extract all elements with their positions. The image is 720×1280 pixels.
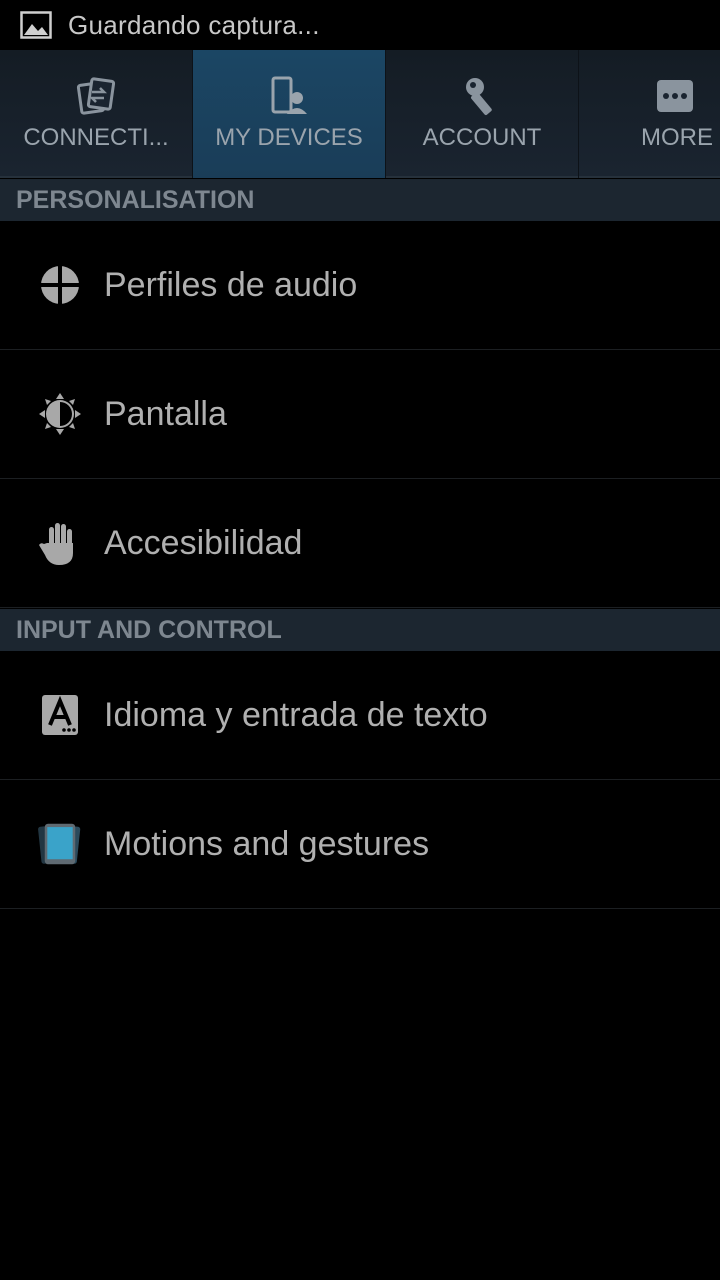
key-icon [466, 78, 492, 115]
image-icon [20, 11, 52, 39]
list-item-audio-profiles[interactable]: Perfiles de audio [0, 221, 720, 350]
tab-more[interactable]: MORE [579, 50, 720, 178]
more-icon [657, 80, 693, 112]
display-icon [38, 392, 82, 436]
connections-icon [76, 77, 116, 115]
list-item-display[interactable]: Pantalla [0, 350, 720, 479]
list-item-label: Idioma y entrada de texto [104, 695, 488, 734]
list-item-motions-gestures[interactable]: Motions and gestures [0, 780, 720, 909]
tab-label: ACCOUNT [422, 124, 542, 151]
list-item-language-input[interactable]: Idioma y entrada de texto [0, 651, 720, 780]
motions-icon [38, 822, 82, 866]
sound-profile-icon [38, 263, 82, 307]
list-item-accessibility[interactable]: Accesibilidad [0, 479, 720, 608]
list-item-label: Perfiles de audio [104, 265, 358, 304]
tab-label: CONNECTI... [23, 124, 169, 151]
language-icon [38, 693, 82, 737]
list-item-label: Pantalla [104, 394, 227, 433]
settings-tab-bar: CONNECTI... MY DEVICES ACCOUNT MORE [0, 50, 720, 178]
my-devices-icon [271, 76, 307, 114]
list-item-label: Accesibilidad [104, 523, 303, 562]
notification-text: Guardando captura... [68, 9, 320, 40]
section-header-personalisation: PERSONALISATION [0, 179, 720, 221]
list-item-label: Motions and gestures [104, 824, 430, 863]
tab-my-devices[interactable]: MY DEVICES [193, 50, 386, 178]
tab-label: MY DEVICES [215, 124, 363, 151]
tab-connections[interactable]: CONNECTI... [0, 50, 193, 178]
tab-account[interactable]: ACCOUNT [386, 50, 579, 178]
section-header-input-control: INPUT AND CONTROL [0, 609, 720, 651]
tab-label: MORE [641, 124, 713, 151]
hand-icon [38, 521, 82, 565]
status-bar: Guardando captura... [0, 0, 720, 50]
